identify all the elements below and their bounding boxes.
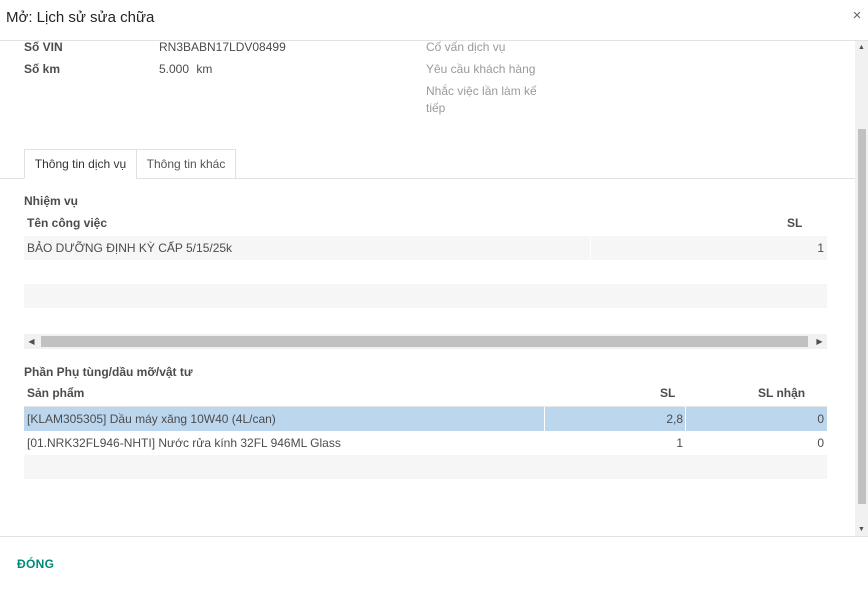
parts-qty-cell: 1	[676, 436, 683, 450]
scroll-right-icon[interactable]: ▶	[812, 334, 827, 349]
horizontal-scrollbar[interactable]: ◀ ▶	[24, 334, 827, 349]
horizontal-scroll-thumb[interactable]	[41, 336, 808, 347]
column-header-parts-qty[interactable]: SL	[660, 386, 675, 400]
task-row[interactable]: BẢO DƯỠNG ĐỊNH KỲ CẤP 5/15/25k 1	[24, 236, 827, 260]
next-reminder-label-line2: tiếp	[426, 101, 446, 115]
next-reminder-label-line1: Nhắc việc lần làm kế	[426, 84, 537, 98]
product-cell: [01.NRK32FL946-NHTI] Nước rửa kính 32FL …	[27, 436, 341, 450]
qty-received-cell: 0	[817, 412, 824, 426]
column-header-qty-received[interactable]: SL nhận	[758, 386, 805, 400]
cell-divider	[685, 407, 686, 431]
empty-row	[24, 284, 827, 308]
km-number: 5.000	[159, 62, 190, 76]
empty-row	[24, 455, 827, 479]
vertical-scroll-thumb[interactable]	[858, 129, 866, 504]
task-qty-cell: 1	[817, 241, 824, 255]
tab-other-info[interactable]: Thông tin khác	[136, 149, 236, 179]
scroll-left-icon[interactable]: ◀	[24, 334, 39, 349]
dialog-footer: ĐÓNG	[0, 536, 868, 594]
task-name-cell: BẢO DƯỠNG ĐỊNH KỲ CẤP 5/15/25k	[27, 241, 233, 255]
parts-qty-cell: 2,8	[666, 412, 683, 426]
close-button[interactable]: ĐÓNG	[17, 557, 54, 571]
km-label: Số km	[24, 62, 61, 76]
vertical-scrollbar[interactable]: ▲ ▼	[855, 41, 868, 536]
dialog-title: Mở: Lịch sử sửa chữa	[6, 9, 155, 26]
tab-service-info[interactable]: Thông tin dịch vụ	[24, 149, 137, 179]
empty-row	[24, 260, 827, 284]
qty-received-cell: 0	[817, 436, 824, 450]
column-header-task-name[interactable]: Tên công việc	[27, 216, 107, 230]
dialog-body: Số VIN RN3BABN17LDV08499 Số km 5.000 km …	[0, 41, 868, 536]
parts-section-title: Phần Phụ tùng/dầu mỡ/vật tư	[24, 365, 193, 379]
product-cell: [KLAM305305] Dầu máy xăng 10W40 (4L/can)	[27, 412, 276, 426]
vin-value: RN3BABN17LDV08499	[159, 41, 286, 54]
km-value: 5.000 km	[159, 62, 212, 76]
column-header-task-qty[interactable]: SL	[787, 216, 802, 230]
column-header-product[interactable]: Sản phẩm	[27, 386, 84, 400]
customer-request-label: Yêu cầu khách hàng	[426, 62, 536, 76]
cell-divider	[590, 236, 591, 260]
km-unit: km	[196, 62, 213, 76]
empty-row	[24, 308, 827, 332]
dialog-header: Mở: Lịch sử sửa chữa ×	[0, 0, 868, 41]
vin-label: Số VIN	[24, 41, 63, 54]
service-advisor-label: Cố vấn dịch vụ	[426, 41, 506, 54]
part-row[interactable]: [01.NRK32FL946-NHTI] Nước rửa kính 32FL …	[24, 431, 827, 455]
scroll-up-icon[interactable]: ▲	[855, 41, 868, 54]
scroll-down-icon[interactable]: ▼	[855, 523, 868, 536]
close-icon[interactable]: ×	[850, 6, 864, 26]
part-row[interactable]: [KLAM305305] Dầu máy xăng 10W40 (4L/can)…	[24, 407, 827, 431]
tasks-section-title: Nhiệm vụ	[24, 194, 79, 208]
